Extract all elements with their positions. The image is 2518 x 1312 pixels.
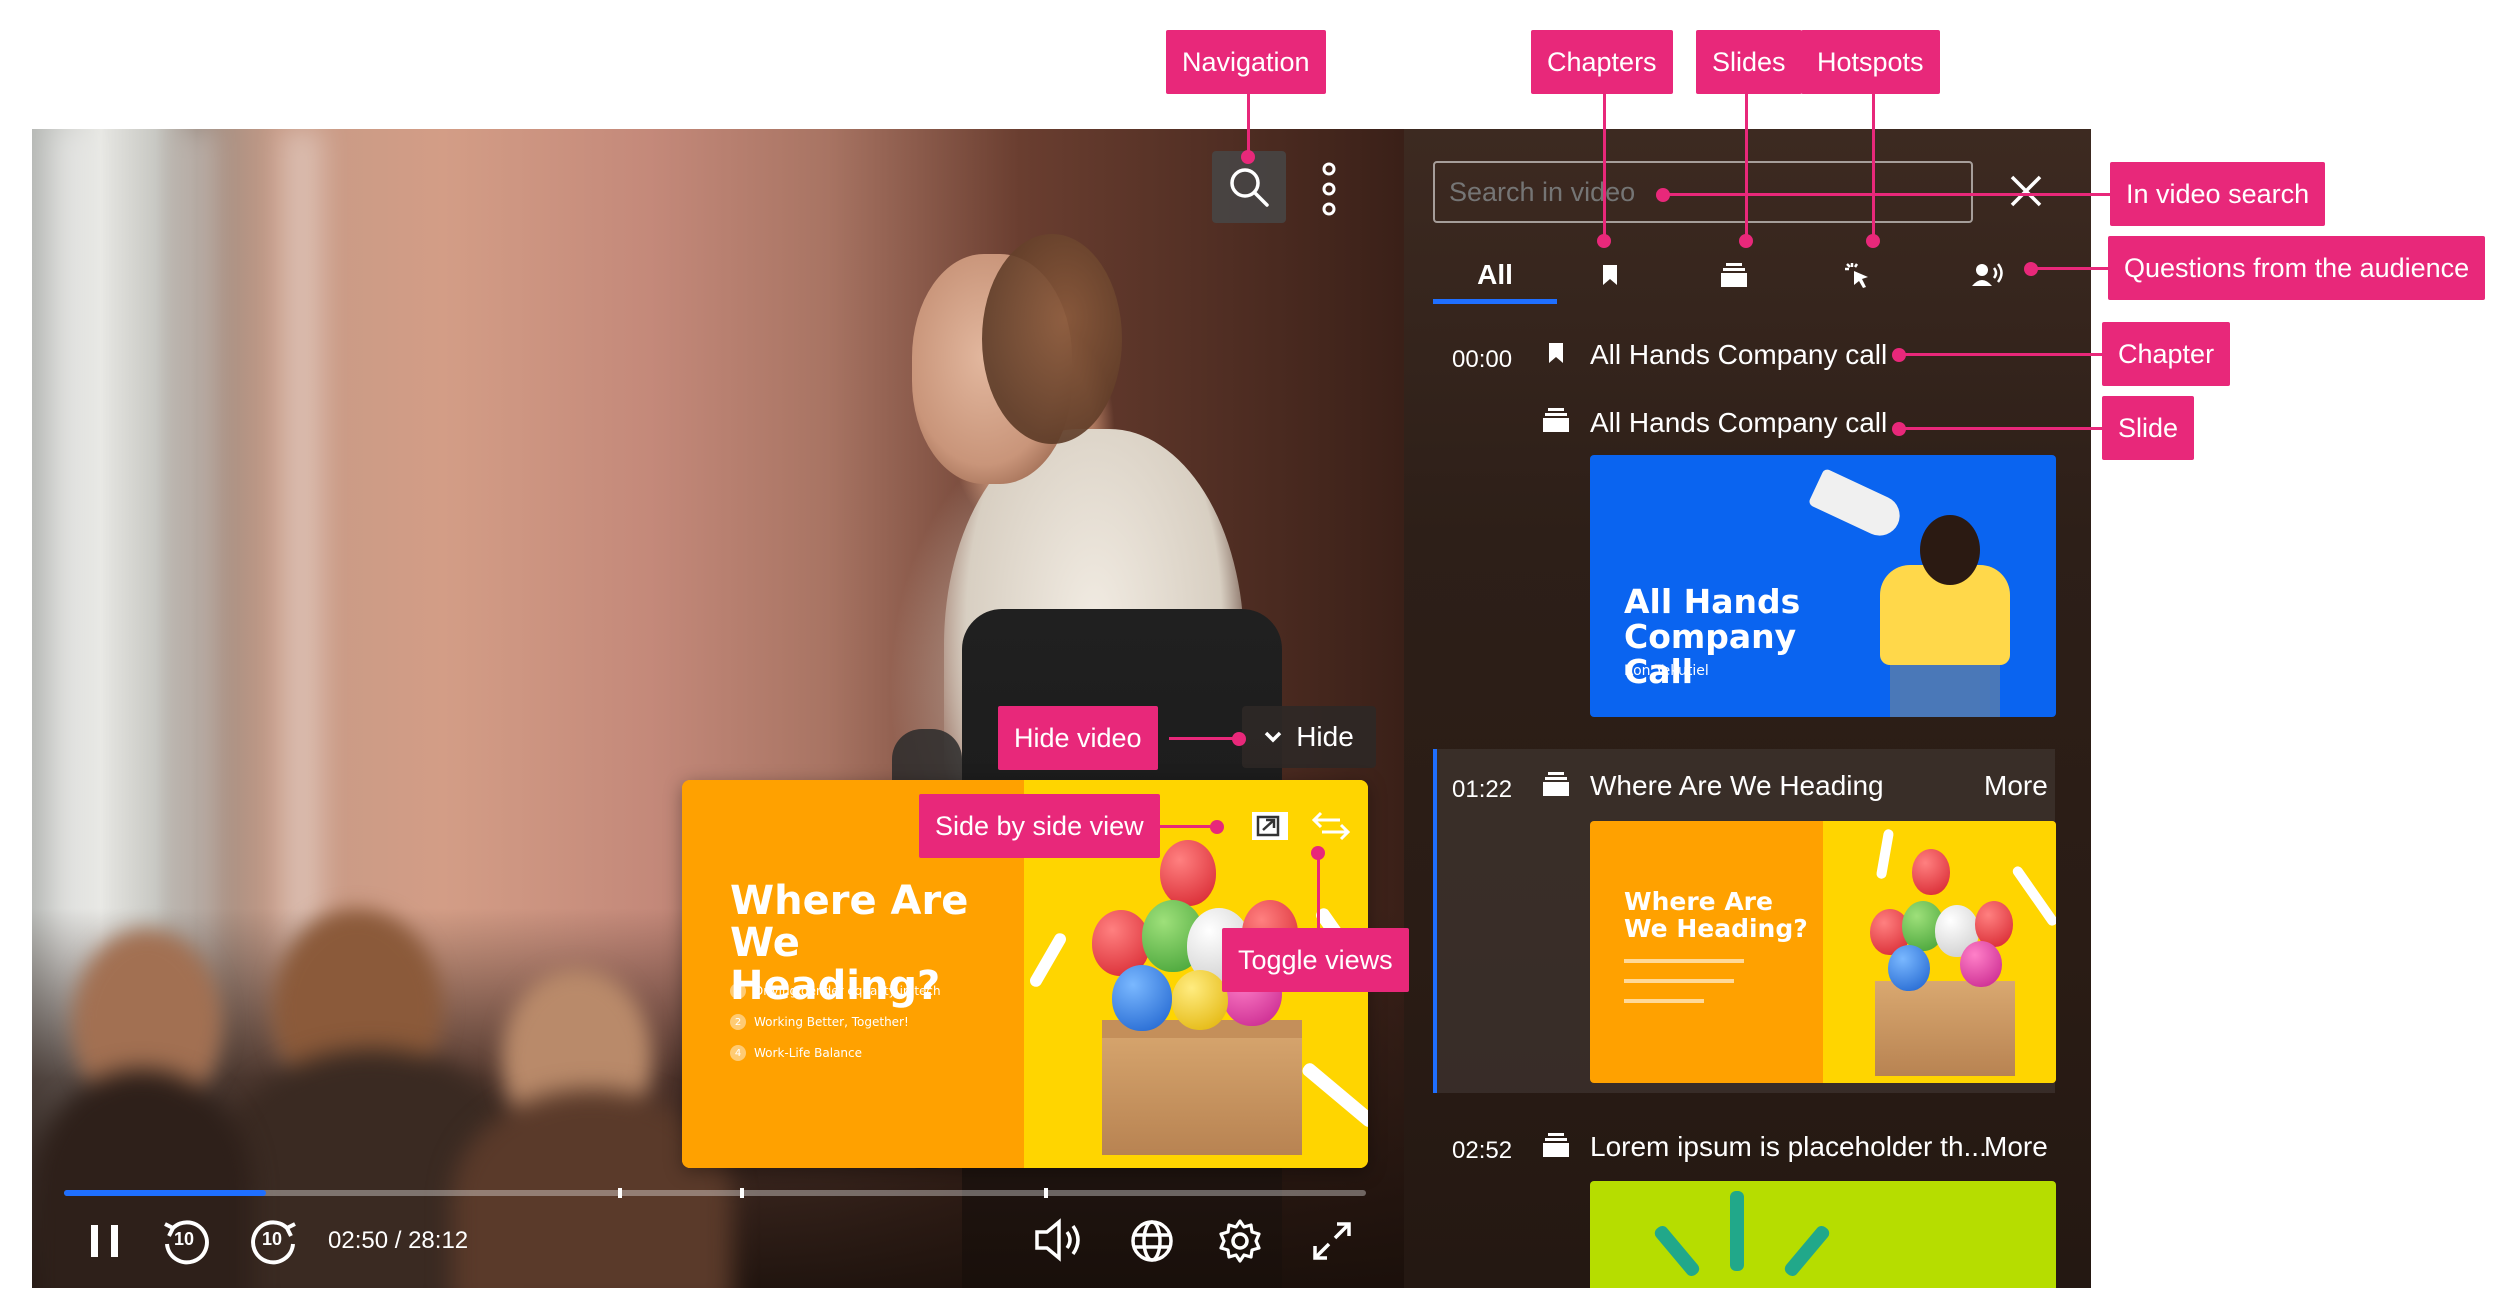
progress-fill bbox=[64, 1190, 266, 1196]
callout-hide-video: Hide video bbox=[998, 706, 1158, 770]
side-by-side-icon[interactable] bbox=[1250, 810, 1290, 842]
hide-video-button[interactable]: Hide bbox=[1242, 706, 1376, 768]
slides-stack-icon bbox=[1543, 1133, 1569, 1157]
more-link[interactable]: More bbox=[1984, 770, 2048, 802]
gear-icon bbox=[1219, 1219, 1261, 1263]
pause-button[interactable] bbox=[80, 1219, 130, 1263]
side-by-side-icon bbox=[1252, 812, 1288, 840]
leader-line bbox=[1169, 737, 1234, 740]
time-readout: 02:50 / 28:12 bbox=[328, 1227, 469, 1254]
close-panel-button[interactable] bbox=[2008, 173, 2044, 209]
slides-stack-icon bbox=[1543, 408, 1569, 432]
leader-dot bbox=[1311, 846, 1325, 860]
leader-dot bbox=[1241, 150, 1255, 164]
skip-back-button[interactable]: 10 bbox=[158, 1213, 214, 1269]
pip-slide-bullet: 4 Work-Life Balance bbox=[730, 1045, 862, 1061]
leader-dot bbox=[1866, 234, 1880, 248]
callout-chapters: Chapters bbox=[1531, 30, 1673, 94]
slide-entry-title[interactable]: All Hands Company call bbox=[1590, 407, 1887, 439]
skip-forward-label: 10 bbox=[262, 1229, 283, 1249]
leader-line bbox=[1662, 193, 2110, 196]
pip-slide-bullet: 2 Working Better, Together! bbox=[730, 1014, 909, 1030]
fullscreen-button[interactable] bbox=[1308, 1217, 1356, 1265]
pause-icon bbox=[91, 1225, 118, 1257]
pip-slide-bullet: 1 Driving gender equality in tech bbox=[730, 983, 941, 999]
toggle-views-button[interactable] bbox=[1310, 806, 1352, 846]
leader-dot bbox=[1232, 732, 1246, 746]
tab-audience-questions[interactable] bbox=[1954, 245, 2024, 305]
globe-icon bbox=[1131, 1220, 1173, 1262]
leader-line bbox=[1745, 94, 1748, 236]
leader-line bbox=[1898, 427, 2102, 430]
language-button[interactable] bbox=[1128, 1217, 1176, 1265]
leader-line bbox=[2030, 267, 2108, 270]
slide-entry-title[interactable]: Lorem ipsum is placeholder th... bbox=[1590, 1131, 1987, 1163]
fullscreen-icon bbox=[1313, 1222, 1351, 1260]
tab-slides[interactable] bbox=[1704, 245, 1764, 305]
leader-line bbox=[1872, 94, 1875, 236]
entry-timestamp: 00:00 bbox=[1452, 346, 1513, 373]
slide-thumbnail[interactable]: All Hands Company Call Ron Yekutiel bbox=[1590, 455, 2056, 717]
active-tab-underline bbox=[1433, 299, 1557, 304]
speaking-person-icon bbox=[1972, 263, 2003, 286]
search-icon bbox=[1230, 168, 1269, 207]
callout-slides: Slides bbox=[1696, 30, 1802, 94]
slide-entry-title[interactable]: Where Are We Heading bbox=[1590, 770, 1884, 802]
volume-button[interactable] bbox=[1032, 1215, 1092, 1265]
thumb-title: Where Are We Heading? bbox=[1624, 887, 1808, 943]
entry-timestamp: 01:22 bbox=[1452, 776, 1513, 803]
bookmark-icon bbox=[1603, 265, 1617, 285]
leader-line bbox=[1247, 94, 1250, 154]
callout-side-by-side: Side by side view bbox=[919, 794, 1160, 858]
in-video-search-input[interactable] bbox=[1433, 161, 1973, 223]
chevron-down-icon bbox=[1264, 731, 1282, 743]
callout-navigation: Navigation bbox=[1166, 30, 1326, 94]
more-link[interactable]: More bbox=[1984, 1131, 2048, 1163]
callout-slide: Slide bbox=[2102, 396, 2195, 460]
callout-in-video-search: In video search bbox=[2110, 162, 2326, 226]
progress-bar[interactable] bbox=[64, 1188, 1366, 1198]
leader-dot bbox=[1210, 820, 1224, 834]
leader-dot bbox=[2024, 262, 2038, 276]
close-icon bbox=[2010, 175, 2042, 207]
thumb-subtitle: Ron Yekutiel bbox=[1624, 663, 1709, 679]
callout-questions-audience: Questions from the audience bbox=[2108, 236, 2486, 300]
chapter-marker bbox=[618, 1188, 622, 1198]
leader-line bbox=[1898, 353, 2102, 356]
leader-dot bbox=[1892, 422, 1906, 436]
leader-dot bbox=[1656, 188, 1670, 202]
volume-icon bbox=[1035, 1218, 1080, 1262]
chapter-entry-title[interactable]: All Hands Company call bbox=[1590, 339, 1887, 371]
tab-chapters[interactable] bbox=[1580, 245, 1640, 305]
slide-thumbnail[interactable] bbox=[1590, 1181, 2056, 1288]
skip-back-label: 10 bbox=[174, 1229, 195, 1249]
leader-dot bbox=[1739, 234, 1753, 248]
settings-button[interactable] bbox=[1216, 1217, 1264, 1265]
callout-toggle-views: Toggle views bbox=[1222, 928, 1409, 992]
leader-dot bbox=[1597, 234, 1611, 248]
side-panel: All bbox=[1404, 129, 2091, 1288]
hide-button-label: Hide bbox=[1296, 721, 1354, 752]
leader-line bbox=[1146, 825, 1212, 828]
tab-hotspots[interactable] bbox=[1828, 245, 1888, 305]
chapter-marker bbox=[740, 1188, 744, 1198]
more-vertical-icon bbox=[1322, 162, 1336, 216]
bookmark-icon bbox=[1549, 343, 1563, 363]
slide-thumbnail[interactable]: Where Are We Heading? bbox=[1590, 821, 2056, 1083]
entry-timestamp: 02:52 bbox=[1452, 1137, 1513, 1164]
skip-forward-button[interactable]: 10 bbox=[246, 1213, 302, 1269]
callout-hotspots: Hotspots bbox=[1801, 30, 1940, 94]
leader-dot bbox=[1892, 348, 1906, 362]
leader-line bbox=[1603, 94, 1606, 236]
hotspot-cursor-icon bbox=[1845, 263, 1868, 288]
tab-all[interactable]: All bbox=[1433, 245, 1557, 305]
swap-arrows-icon bbox=[1311, 811, 1351, 841]
chapter-marker bbox=[1044, 1188, 1048, 1198]
callout-chapter: Chapter bbox=[2102, 322, 2231, 386]
slides-stack-icon bbox=[1721, 263, 1747, 287]
more-options-button[interactable] bbox=[1319, 161, 1339, 217]
leader-line bbox=[1317, 852, 1320, 928]
slides-stack-icon bbox=[1543, 772, 1569, 796]
